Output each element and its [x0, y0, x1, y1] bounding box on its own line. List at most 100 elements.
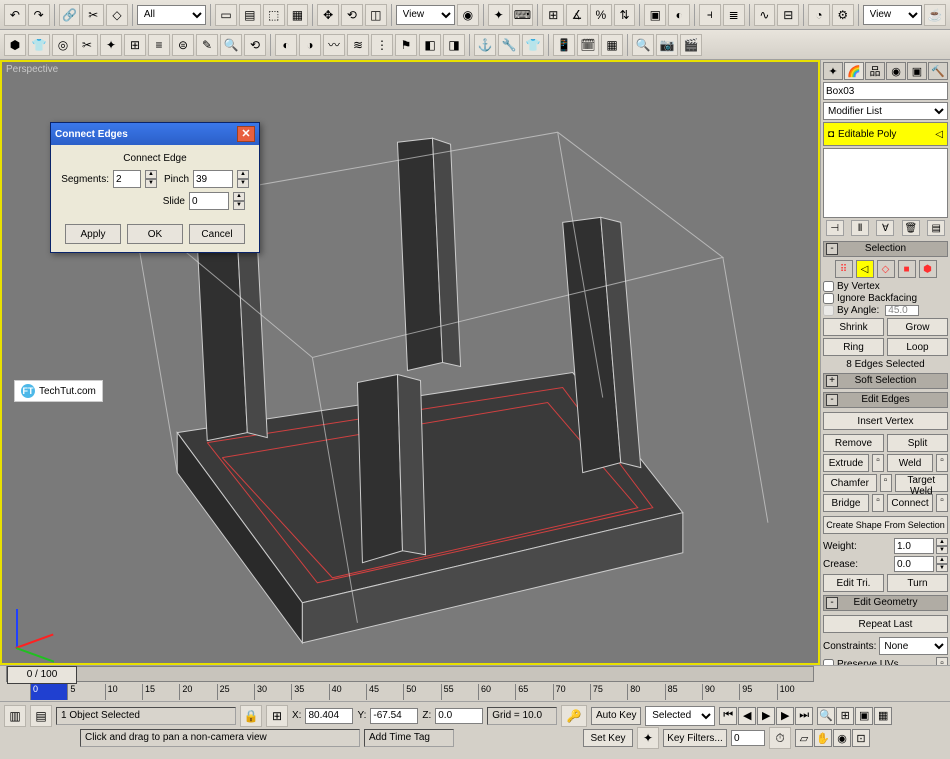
- time-slider-knob[interactable]: 0 / 100: [7, 666, 77, 684]
- by-vertex-checkbox[interactable]: [823, 281, 834, 292]
- tab-utilities[interactable]: 🔨: [928, 62, 948, 80]
- time-tick[interactable]: 95: [739, 684, 776, 700]
- undo-icon[interactable]: ↶: [4, 4, 26, 26]
- apply-button[interactable]: Apply: [65, 224, 121, 244]
- rollout-edit-geometry[interactable]: -Edit Geometry: [823, 595, 948, 611]
- tb2-icon[interactable]: ◨: [443, 34, 465, 56]
- tb2-icon[interactable]: ⟲: [244, 34, 266, 56]
- pin-stack-icon[interactable]: ⊣: [826, 220, 844, 236]
- tb2-icon[interactable]: 🔧: [498, 34, 520, 56]
- extrude-button[interactable]: Extrude: [823, 454, 869, 472]
- constraints-combo[interactable]: None: [879, 637, 948, 655]
- preserve-uvs-settings-button[interactable]: ▫: [936, 657, 948, 665]
- quick-render-icon[interactable]: ☕: [924, 4, 946, 26]
- rollout-soft-selection[interactable]: +Soft Selection: [823, 373, 948, 389]
- chamfer-button[interactable]: Chamfer: [823, 474, 877, 492]
- remove-mod-icon[interactable]: 🗑: [902, 220, 920, 236]
- ok-button[interactable]: OK: [127, 224, 183, 244]
- target-weld-button[interactable]: Target Weld: [895, 474, 949, 492]
- x-field[interactable]: [305, 708, 353, 724]
- unlink-icon[interactable]: ✂: [82, 4, 104, 26]
- tb2-icon[interactable]: ≡: [148, 34, 170, 56]
- subobj-poly-icon[interactable]: ■: [898, 260, 916, 278]
- chamfer-settings-button[interactable]: ▫: [880, 474, 892, 492]
- object-name-field[interactable]: [823, 82, 948, 100]
- spin-up-icon[interactable]: ▲: [237, 170, 249, 179]
- spin-down-icon[interactable]: ▼: [237, 179, 249, 188]
- weld-button[interactable]: Weld: [887, 454, 933, 472]
- time-tick[interactable]: 90: [702, 684, 739, 700]
- show-end-icon[interactable]: Ⅱ: [851, 220, 869, 236]
- play-icon[interactable]: ▶: [757, 707, 775, 725]
- bridge-settings-button[interactable]: ▫: [872, 494, 884, 512]
- time-tick[interactable]: 45: [366, 684, 403, 700]
- fov-icon[interactable]: ▱: [795, 729, 813, 747]
- goto-start-icon[interactable]: ⏮: [719, 707, 737, 725]
- prompt-icon[interactable]: ▤: [30, 705, 52, 727]
- tb2-icon[interactable]: 📱: [553, 34, 575, 56]
- time-tick[interactable]: 80: [627, 684, 664, 700]
- time-tick[interactable]: 25: [217, 684, 254, 700]
- tb2-icon[interactable]: 🗓: [577, 34, 599, 56]
- shrink-button[interactable]: Shrink: [823, 318, 884, 336]
- z-field[interactable]: [435, 708, 483, 724]
- tb2-icon[interactable]: ⬢: [4, 34, 26, 56]
- tab-modify[interactable]: 🌈: [844, 62, 864, 80]
- tb2-icon[interactable]: ◑: [299, 34, 321, 56]
- goto-end-icon[interactable]: ⏭: [795, 707, 813, 725]
- material-icon[interactable]: ◔: [808, 4, 830, 26]
- rollout-selection[interactable]: -Selection: [823, 241, 948, 257]
- remove-button[interactable]: Remove: [823, 434, 884, 452]
- slide-field[interactable]: [189, 192, 229, 210]
- time-tick[interactable]: 35: [291, 684, 328, 700]
- next-frame-icon[interactable]: ▶: [776, 707, 794, 725]
- bind-icon[interactable]: ◇: [106, 4, 128, 26]
- rollout-edit-edges[interactable]: -Edit Edges: [823, 392, 948, 408]
- pan-icon[interactable]: ✋: [814, 729, 832, 747]
- arc-rotate-icon[interactable]: ◉: [833, 729, 851, 747]
- time-config-icon[interactable]: ⏱: [769, 727, 791, 749]
- tb2-icon[interactable]: ⚓: [474, 34, 496, 56]
- manipulate-icon[interactable]: ✦: [488, 4, 510, 26]
- named-sets-icon[interactable]: ▣: [644, 4, 666, 26]
- time-tick[interactable]: 65: [515, 684, 552, 700]
- tb2-icon[interactable]: ◧: [419, 34, 441, 56]
- time-tick[interactable]: 10: [105, 684, 142, 700]
- insert-vertex-button[interactable]: Insert Vertex: [823, 412, 948, 430]
- tb2-icon[interactable]: ✦: [100, 34, 122, 56]
- tb2-icon[interactable]: 👕: [522, 34, 544, 56]
- scale-icon[interactable]: ◫: [365, 4, 387, 26]
- subobj-element-icon[interactable]: ⬢: [919, 260, 937, 278]
- time-tick[interactable]: 20: [179, 684, 216, 700]
- tb2-icon[interactable]: ⚑: [395, 34, 417, 56]
- loop-button[interactable]: Loop: [887, 338, 948, 356]
- time-tick[interactable]: 0: [30, 684, 67, 700]
- select-icon[interactable]: ▭: [215, 4, 237, 26]
- current-frame-field[interactable]: [731, 730, 765, 746]
- time-tick[interactable]: 70: [553, 684, 590, 700]
- rotate-icon[interactable]: ⟲: [341, 4, 363, 26]
- create-shape-button[interactable]: Create Shape From Selection: [823, 516, 948, 534]
- ring-button[interactable]: Ring: [823, 338, 884, 356]
- tb2-icon[interactable]: ✂: [76, 34, 98, 56]
- weight-field[interactable]: [894, 538, 934, 554]
- time-tick[interactable]: 100: [777, 684, 814, 700]
- weld-settings-button[interactable]: ▫: [936, 454, 948, 472]
- connect-settings-button[interactable]: ▫: [936, 494, 948, 512]
- bridge-button[interactable]: Bridge: [823, 494, 869, 512]
- tb2-icon[interactable]: 👕: [28, 34, 50, 56]
- align-icon[interactable]: ⫞: [699, 4, 721, 26]
- time-tick[interactable]: 60: [478, 684, 515, 700]
- tb2-icon[interactable]: 🔍: [220, 34, 242, 56]
- snap-icon[interactable]: ⊞: [542, 4, 564, 26]
- tab-create[interactable]: ✦: [823, 62, 843, 80]
- keymode-combo[interactable]: Selected: [645, 706, 715, 726]
- pinch-field[interactable]: [193, 170, 233, 188]
- setkey-button[interactable]: Set Key: [583, 729, 633, 747]
- ignore-backfacing-checkbox[interactable]: [823, 293, 834, 304]
- repeat-last-button[interactable]: Repeat Last: [823, 615, 948, 633]
- zoom-extents-icon[interactable]: ▣: [855, 707, 873, 725]
- time-tick[interactable]: 5: [67, 684, 104, 700]
- time-tick[interactable]: 55: [441, 684, 478, 700]
- spin-up-icon[interactable]: ▲: [936, 556, 948, 564]
